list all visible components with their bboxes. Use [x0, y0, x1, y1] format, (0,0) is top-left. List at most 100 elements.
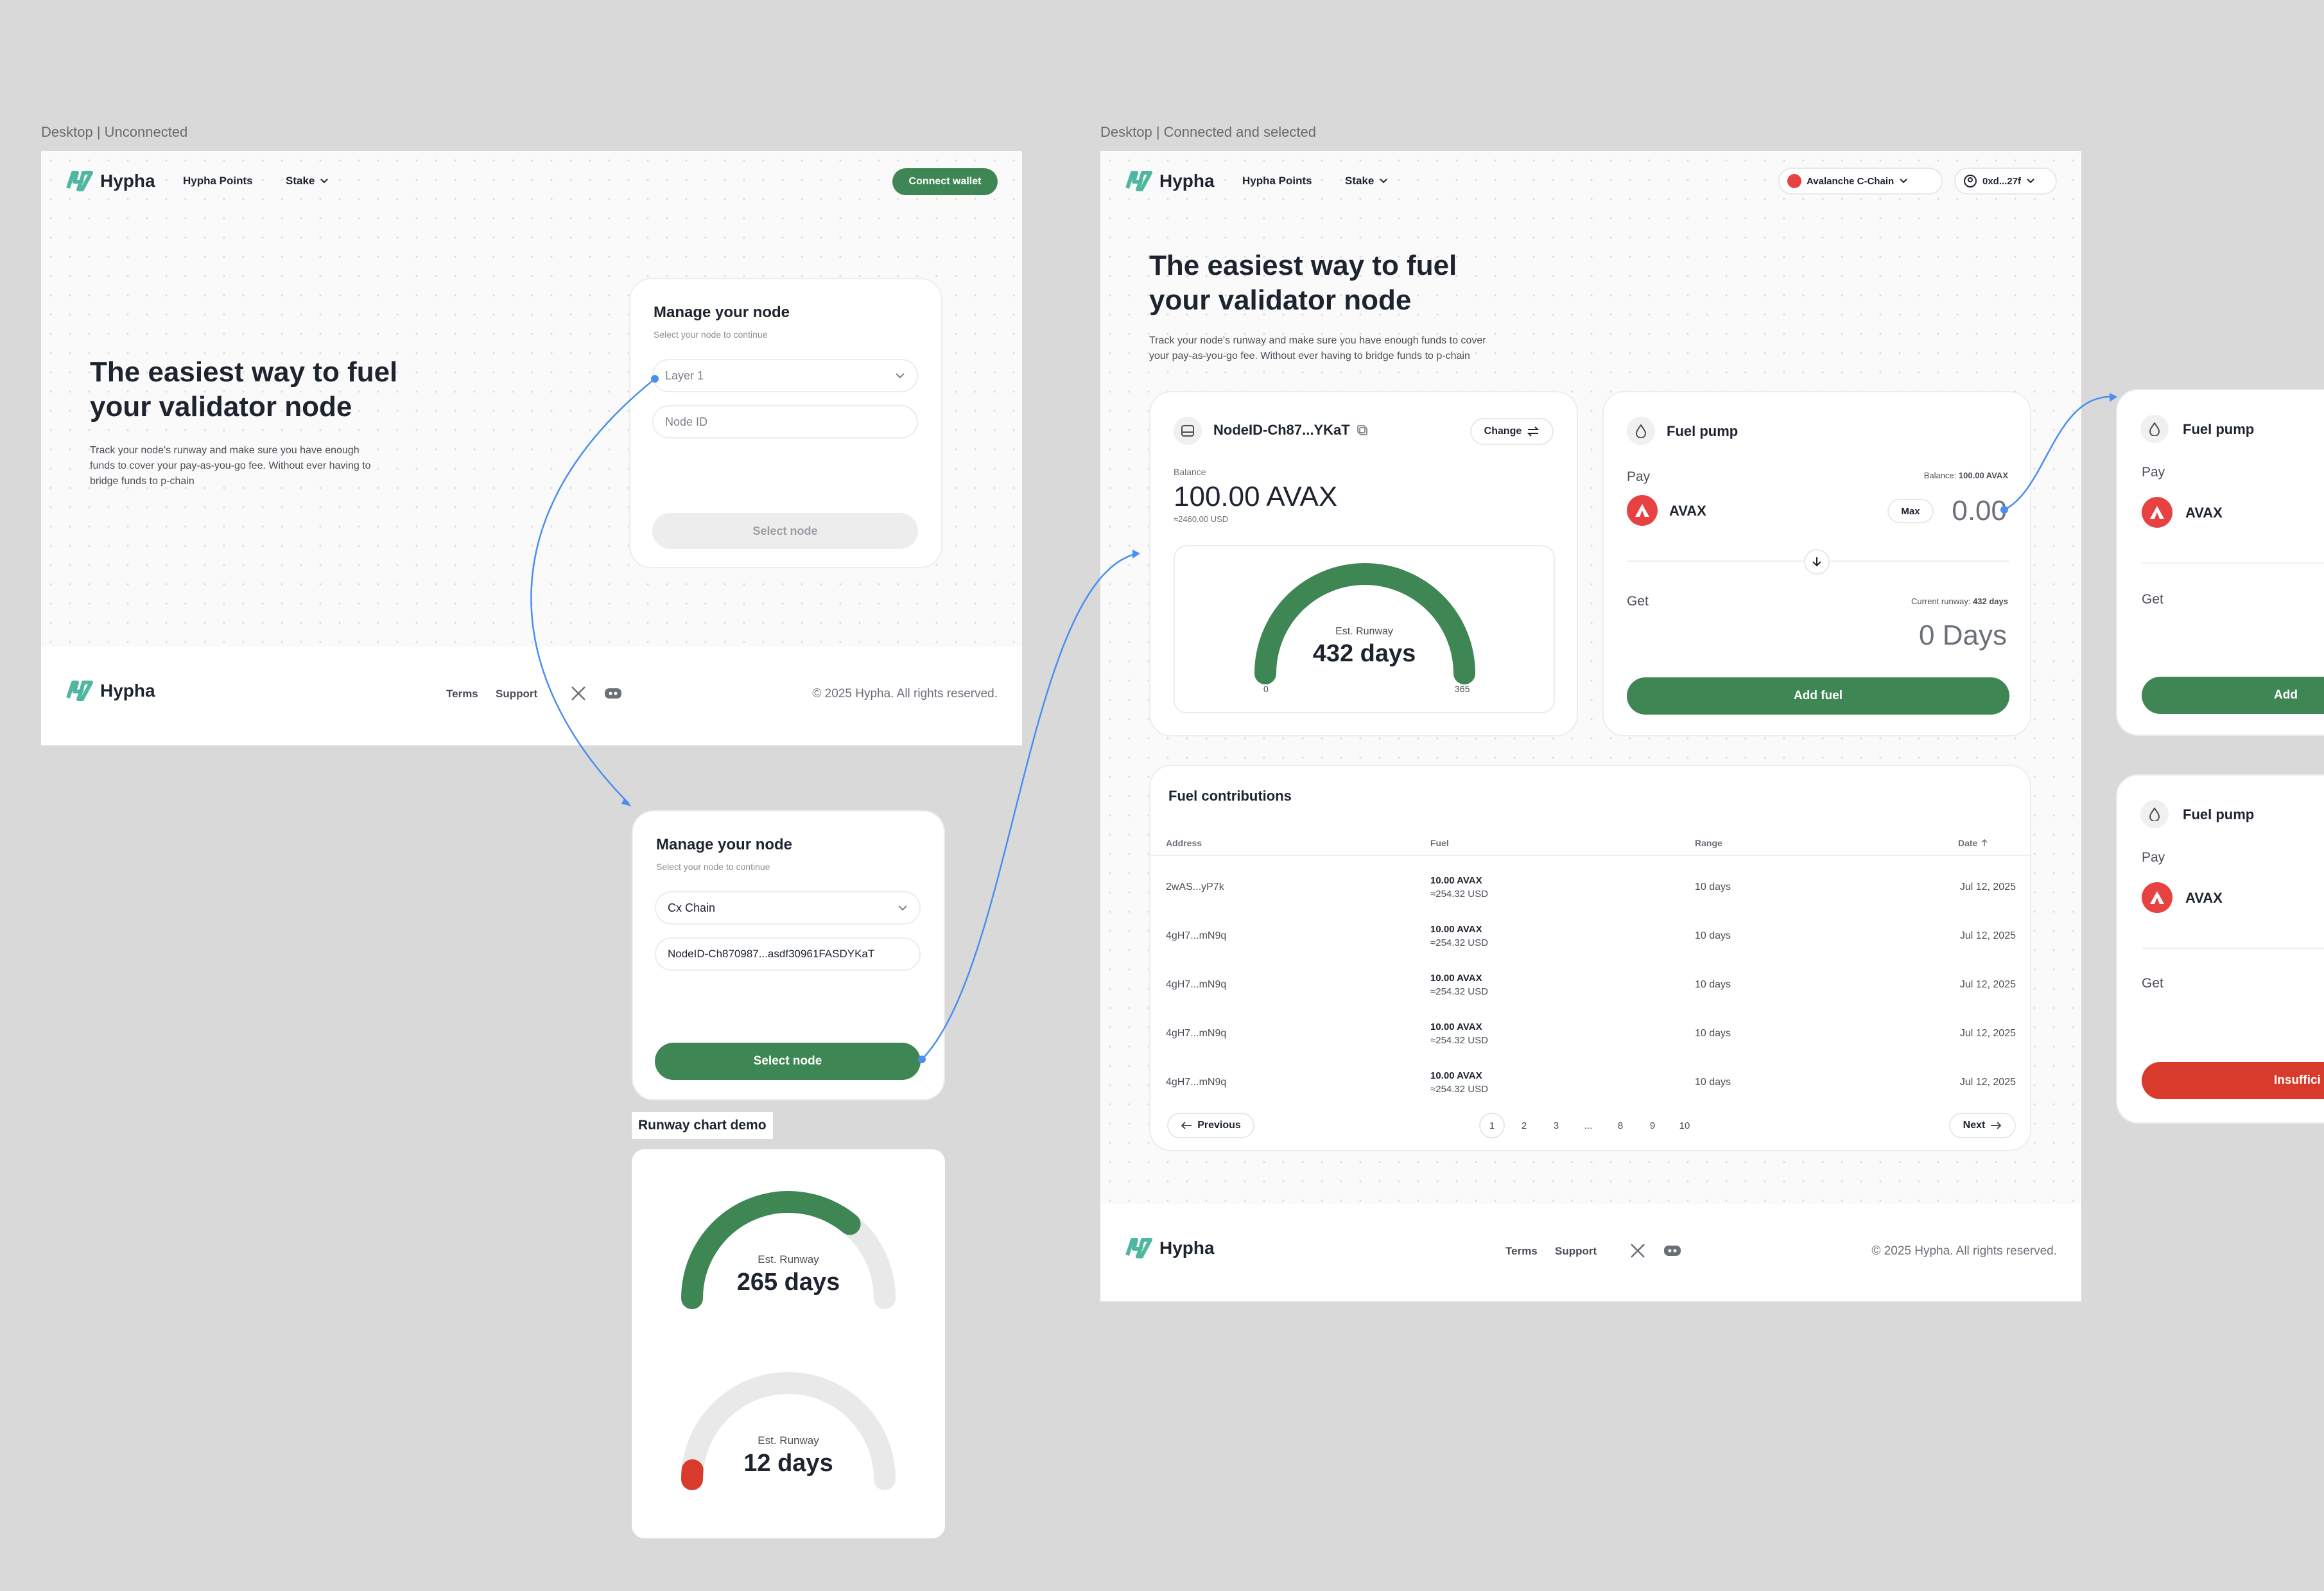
pay-label: Pay — [2142, 465, 2165, 480]
row-fuel-amount: 10.00 AVAX — [1430, 924, 1482, 935]
hero-title-line2: your validator node — [90, 391, 352, 422]
frame-unconnected: Hypha Hypha Points Stake Connect wallet … — [41, 151, 1022, 745]
chevron-down-icon — [320, 178, 329, 184]
pay-amount-input[interactable]: 0.00 — [1952, 495, 2007, 527]
hero-text-line3: bridge funds to p-chain — [90, 476, 195, 487]
logo[interactable]: Hypha — [65, 170, 155, 192]
network-selector[interactable]: Avalanche C-Chain — [1778, 168, 1943, 195]
row-address: 4gH7...mN9q — [1166, 930, 1227, 941]
hero-text-line1: Track your node's runway and make sure y… — [90, 445, 360, 456]
frame-label-connected: Desktop | Connected and selected — [1100, 124, 1316, 140]
page-1-button[interactable]: 1 — [1479, 1113, 1505, 1138]
insufficient-balance-button[interactable]: Insuffici — [2142, 1062, 2324, 1099]
balance-usd: ≈2460,00 USD — [1174, 514, 1229, 524]
row-fuel-usd: ≈254.32 USD — [1430, 986, 1488, 997]
hero-title: The easiest way to fuel your validator n… — [1149, 248, 1457, 318]
nav-stake[interactable]: Stake — [286, 175, 329, 187]
row-fuel-amount: 10.00 AVAX — [1430, 1022, 1482, 1032]
hero-title-line1: The easiest way to fuel — [90, 356, 398, 388]
row-fuel: 10.00 AVAX ≈254.32 USD — [1430, 1069, 1488, 1096]
footer-support-link[interactable]: Support — [1555, 1245, 1597, 1258]
select-node-button-disabled[interactable]: Select node — [652, 513, 918, 549]
hero-text-line1: Track your node's runway and make sure y… — [1149, 335, 1486, 346]
fuel-pump-card-insufficient: Fuel pump Pay AVAX Get Insuffici — [2116, 774, 2324, 1124]
page-9-button[interactable]: 9 — [1640, 1113, 1665, 1138]
chevron-down-icon — [1900, 178, 1907, 184]
hero-text-line2: your pay-as-you-go fee. Without ever hav… — [1149, 351, 1470, 361]
row-date: Jul 12, 2025 — [1959, 882, 2016, 892]
row-fuel: 10.00 AVAX ≈254.32 USD — [1430, 971, 1488, 998]
sort-up-icon — [1981, 839, 1988, 846]
account-selector[interactable]: 0xd...27f — [1954, 168, 2057, 195]
row-range: 10 days — [1695, 1077, 1731, 1088]
node-id-input-filled[interactable]: NodeID-Ch870987...asdf30961FASDYKaT — [655, 937, 921, 971]
nav-hypha-points[interactable]: Hypha Points — [1242, 175, 1312, 187]
avax-icon — [1627, 495, 1658, 526]
logo[interactable]: Hypha — [1125, 170, 1215, 192]
col-date[interactable]: Date — [1958, 838, 1988, 848]
get-label: Get — [2142, 592, 2164, 607]
avax-icon — [2142, 882, 2172, 913]
page-10-button[interactable]: 10 — [1672, 1113, 1697, 1138]
previous-button[interactable]: Previous — [1167, 1113, 1254, 1138]
x-logo-icon[interactable] — [570, 685, 587, 702]
previous-label: Previous — [1197, 1120, 1241, 1131]
logo-text: Hypha — [1159, 171, 1215, 191]
node-id: NodeID-Ch87...YKaT — [1213, 422, 1368, 439]
hero-text: Track your node's runway and make sure y… — [90, 443, 371, 489]
copy-icon[interactable] — [1357, 424, 1368, 436]
discord-icon[interactable] — [603, 686, 623, 700]
footer-support-link[interactable]: Support — [496, 688, 537, 700]
row-range: 10 days — [1695, 930, 1731, 941]
add-fuel-button[interactable]: Add fuel — [1627, 677, 2009, 715]
change-node-button[interactable]: Change — [1470, 418, 1554, 445]
hero-title: The easiest way to fuel your validator n… — [90, 355, 397, 424]
user-icon — [1964, 175, 1977, 187]
fuel-icon — [2140, 800, 2169, 828]
current-runway-label: Current runway: — [1911, 596, 1971, 606]
max-button[interactable]: Max — [1887, 499, 1934, 523]
footer-logo[interactable]: Hypha — [65, 680, 155, 702]
runway-gauge — [1254, 563, 1475, 684]
page-3-button[interactable]: 3 — [1543, 1113, 1569, 1138]
row-address: 2wAS...yP7k — [1166, 882, 1224, 892]
node-id-text: NodeID-Ch87...YKaT — [1213, 422, 1350, 438]
footer-terms-link[interactable]: Terms — [446, 688, 478, 700]
token-name: AVAX — [1669, 503, 1706, 519]
page-ellipsis-button: ... — [1584, 1120, 1593, 1131]
connect-wallet-button[interactable]: Connect wallet — [892, 168, 998, 195]
add-fuel-button[interactable]: Add — [2142, 677, 2324, 714]
gauge-value: 12 days — [743, 1450, 833, 1477]
hypha-logo-icon — [1125, 1238, 1152, 1258]
layer-select[interactable]: Layer 1 — [652, 359, 918, 392]
x-logo-icon[interactable] — [1629, 1242, 1646, 1259]
arrow-down-icon[interactable] — [1804, 549, 1830, 575]
next-button[interactable]: Next — [1949, 1113, 2016, 1138]
fuel-icon — [2140, 415, 2169, 443]
nav-stake[interactable]: Stake — [1345, 175, 1388, 187]
gauge-min: 0 — [1263, 684, 1269, 694]
account-address: 0xd...27f — [1982, 175, 2022, 187]
nav-hypha-points[interactable]: Hypha Points — [183, 175, 253, 187]
chevron-down-icon — [896, 373, 905, 379]
select-node-button[interactable]: Select node — [655, 1043, 921, 1080]
footer: Hypha Terms Support © 2025 Hypha. All ri… — [1100, 1204, 2081, 1301]
page-2-button[interactable]: 2 — [1511, 1113, 1537, 1138]
manage-node-subtitle: Select your node to continue — [654, 329, 768, 340]
next-label: Next — [1963, 1120, 1986, 1131]
discord-icon[interactable] — [1663, 1244, 1682, 1258]
manage-node-subtitle: Select your node to continue — [656, 862, 770, 872]
nav-stake-label: Stake — [1345, 175, 1374, 187]
node-id-input[interactable]: Node ID — [652, 405, 918, 439]
chain-select[interactable]: Cx Chain — [655, 891, 921, 925]
gauge-label: Est. Runway — [758, 1434, 819, 1447]
row-fuel: 10.00 AVAX ≈254.32 USD — [1430, 874, 1488, 901]
arrow-right-icon — [1991, 1122, 2002, 1129]
footer-logo[interactable]: Hypha — [1125, 1237, 1215, 1259]
row-range: 10 days — [1695, 1028, 1731, 1039]
row-fuel: 10.00 AVAX ≈254.32 USD — [1430, 1020, 1488, 1047]
page-8-button[interactable]: 8 — [1608, 1113, 1633, 1138]
logo-text: Hypha — [100, 171, 155, 191]
row-address: 4gH7...mN9q — [1166, 1028, 1227, 1039]
footer-terms-link[interactable]: Terms — [1505, 1245, 1538, 1258]
